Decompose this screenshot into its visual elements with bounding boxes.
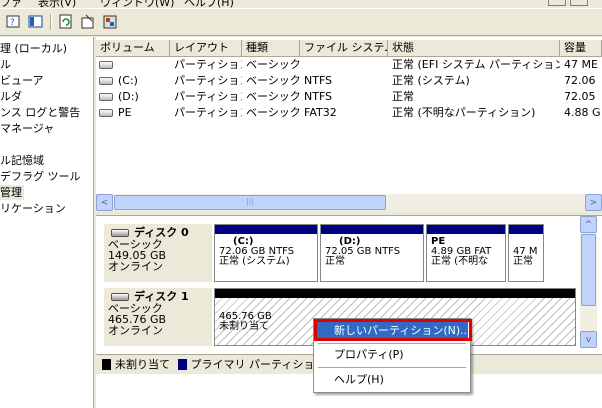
refresh-icon[interactable] (56, 13, 76, 31)
drive-icon (99, 61, 113, 69)
tree-item-defrag[interactable]: デフラグ ツール (0, 169, 81, 184)
table-row[interactable]: PE パーティション ベーシック FAT32 正常 (不明なパーティション) 4… (96, 105, 602, 121)
partition-c[interactable]: (C:) 72.06 GB NTFS 正常 (システム) (214, 224, 318, 282)
partition-d[interactable]: (D:) 72.05 GB NTFS 正常 (320, 224, 424, 282)
scroll-left-button[interactable]: < (96, 194, 113, 211)
col-header-type[interactable]: 種類 (242, 40, 300, 57)
menu-help[interactable]: ヘルプ(H) (184, 0, 234, 8)
disk-icon (111, 293, 129, 301)
col-header-layout[interactable]: レイアウト (170, 40, 242, 57)
partition-pe[interactable]: PE 4.89 GB FAT 正常 (不明な (426, 224, 506, 282)
vertical-scroll-thumb[interactable] (581, 234, 596, 306)
toolbar: ? (0, 8, 602, 36)
tree-item-system-tools[interactable]: ル (0, 57, 11, 72)
console-tree: 理 (ローカル) ル ビューア ルダ ンス ログと警告 マネージャ ル記憶域 デ… (0, 37, 94, 408)
tree-item-device-manager[interactable]: マネージャ (0, 121, 54, 136)
scroll-right-button[interactable]: > (585, 194, 602, 211)
disk-1-info[interactable]: ディスク 1 ベーシック 465.76 GB オンライン (104, 288, 212, 346)
tree-item-services-applications[interactable]: リケーション (0, 201, 66, 216)
disk-icon (111, 229, 129, 237)
menu-item-properties[interactable]: プロパティ(P) (316, 346, 468, 364)
tree-item-disk-management[interactable]: 管理 (0, 185, 24, 200)
tree-item-shared-folders[interactable]: ルダ (0, 89, 22, 104)
table-row[interactable]: パーティション ベーシック 正常 (EFI システム パーティション) 47 M… (96, 57, 602, 73)
window-close-button[interactable] (570, 0, 588, 6)
primary-partition-swatch (177, 359, 187, 370)
table-row[interactable]: (C:) パーティション ベーシック NTFS 正常 (システム) 72.06 (96, 73, 602, 89)
unallocated-swatch (102, 359, 111, 370)
window-restore-button[interactable] (548, 0, 566, 6)
tree-item-removable-storage[interactable]: ル記憶域 (0, 153, 44, 168)
tree-item-event-viewer[interactable]: ビューア (0, 73, 44, 88)
drive-icon (99, 77, 113, 85)
col-header-status[interactable]: 状態 (388, 40, 560, 57)
vertical-scrollbar[interactable]: ^ v (580, 216, 597, 348)
table-row[interactable]: (D:) パーティション ベーシック NTFS 正常 72.05 (96, 89, 602, 105)
disk-0-info[interactable]: ディスク 0 ベーシック 149.05 GB オンライン (104, 224, 212, 282)
menu-item-help[interactable]: ヘルプ(H) (316, 371, 468, 389)
menu-separator (318, 343, 466, 344)
console-tree-icon[interactable] (26, 13, 46, 31)
disk-0-row: ディスク 0 ベーシック 149.05 GB オンライン (C:) 72.06 … (104, 224, 576, 282)
drive-icon (99, 109, 113, 117)
properties-icon[interactable] (78, 13, 98, 31)
drive-icon (99, 93, 113, 101)
horizontal-scroll-thumb[interactable]: ||| (114, 195, 386, 210)
horizontal-scrollbar[interactable]: < ||| > (96, 194, 602, 211)
partition-efi[interactable]: 47 M 正常 (508, 224, 544, 282)
tree-item-computer-management[interactable]: 理 (ローカル) (0, 41, 67, 56)
highlight-callout-box (314, 319, 472, 341)
col-header-filesystem[interactable]: ファイル システム (300, 40, 388, 57)
scroll-up-button[interactable]: ^ (580, 216, 597, 233)
toolbar-separator (50, 14, 52, 30)
menu-view[interactable]: 表示(V) (38, 0, 76, 8)
scroll-down-button[interactable]: v (580, 331, 597, 348)
svg-text:?: ? (10, 18, 15, 28)
menu-window[interactable]: ウィンドウ(W) (100, 0, 174, 8)
col-header-volume[interactable]: ボリューム (96, 40, 170, 57)
menu-file[interactable]: ファ (0, 0, 22, 8)
menu-separator (318, 367, 466, 368)
tree-item-performance-logs[interactable]: ンス ログと警告 (0, 105, 80, 120)
help-icon[interactable]: ? (4, 13, 24, 31)
settings-icon[interactable] (100, 13, 120, 31)
col-header-capacity[interactable]: 容量 (560, 40, 602, 57)
menu-bar: ファ 表示(V) ウィンドウ(W) ヘルプ(H) (0, 0, 602, 8)
